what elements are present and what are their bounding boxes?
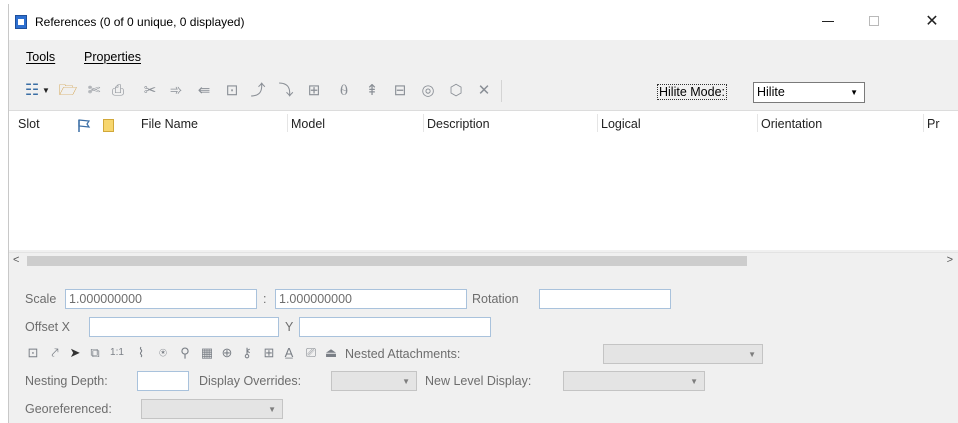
column-description[interactable]: Description bbox=[427, 117, 490, 131]
display-overrides-select[interactable]: ▼ bbox=[331, 371, 417, 391]
scroll-thumb[interactable] bbox=[27, 256, 747, 266]
column-divider bbox=[923, 114, 924, 132]
scale-reference-field[interactable]: 1.000000000 bbox=[275, 289, 467, 309]
flag-icon[interactable] bbox=[77, 119, 91, 133]
level-icon[interactable]: ⊞ bbox=[261, 345, 277, 361]
annotation-icon[interactable]: A̲ bbox=[281, 345, 297, 361]
3d-icon[interactable]: ⬡ bbox=[447, 82, 465, 100]
chevron-down-icon: ▼ bbox=[268, 405, 276, 414]
title-bar: References (0 of 0 unique, 0 displayed) … bbox=[9, 4, 958, 40]
menu-properties[interactable]: Properties bbox=[84, 50, 141, 64]
clip-front-icon[interactable]: ⊟ bbox=[391, 82, 409, 100]
chevron-down-icon: ▼ bbox=[748, 350, 756, 359]
column-model[interactable]: Model bbox=[291, 117, 325, 131]
attach-reference-icon[interactable]: 🗁 bbox=[59, 82, 78, 100]
column-divider bbox=[597, 114, 598, 132]
column-divider bbox=[287, 114, 288, 132]
hilite-mode-label: Hilite Mode: bbox=[657, 84, 727, 100]
horizontal-scrollbar[interactable]: < > bbox=[9, 252, 958, 269]
window-title: References (0 of 0 unique, 0 displayed) bbox=[35, 15, 245, 29]
move-icon[interactable]: ➾ bbox=[167, 82, 185, 100]
delete-clip-icon[interactable]: ✕ bbox=[475, 82, 493, 100]
attachment-properties-panel: Scale 1.000000000 : 1.000000000 Rotation… bbox=[9, 270, 958, 423]
rotation-label: Rotation bbox=[472, 292, 519, 306]
ignore-attachment-icon[interactable]: ⧉ bbox=[87, 345, 103, 361]
clip-boundary-icon[interactable]: ⍬ bbox=[335, 82, 353, 100]
toolbar: ☷ ▼ 🗁 ✄ ⎙ ✂ ➾ ⇚ ⊡ ⤴ ⤵ ⊞ ⍬ ⇞ ⊟ ◎ ⬡ ✕ Hili… bbox=[9, 76, 958, 106]
chevron-down-icon: ▼ bbox=[402, 377, 410, 386]
nested-attachments-label: Nested Attachments: bbox=[345, 347, 461, 361]
rotation-field[interactable] bbox=[539, 289, 671, 309]
list-options-icon[interactable]: ☷ bbox=[23, 82, 41, 100]
scale-icon[interactable]: ⊡ bbox=[223, 82, 241, 100]
maximize-icon bbox=[869, 16, 879, 26]
menu-tools[interactable]: Tools bbox=[26, 50, 55, 64]
toolbar-separator bbox=[501, 80, 502, 102]
scale-separator: : bbox=[263, 292, 267, 306]
georeferenced-select[interactable]: ▼ bbox=[141, 399, 283, 419]
hilite-mode-value: Hilite bbox=[757, 85, 785, 99]
column-logical[interactable]: Logical bbox=[601, 117, 641, 131]
rotate-icon[interactable]: ⤴ bbox=[249, 82, 267, 100]
offset-y-field[interactable] bbox=[299, 317, 491, 337]
references-window: References (0 of 0 unique, 0 displayed) … bbox=[8, 4, 958, 423]
clip-mask-icon[interactable]: ⇞ bbox=[363, 82, 381, 100]
column-divider bbox=[423, 114, 424, 132]
column-orientation[interactable]: Orientation bbox=[761, 117, 822, 131]
print-icon[interactable]: ⎚ bbox=[303, 345, 319, 361]
column-divider bbox=[757, 114, 758, 132]
minimize-icon bbox=[822, 20, 834, 22]
true-scale-icon[interactable]: 1:1 bbox=[109, 345, 125, 361]
document-icon[interactable] bbox=[103, 119, 114, 132]
clip-volume-icon[interactable]: ⊕ bbox=[219, 345, 235, 361]
lock-icon[interactable]: ⚷ bbox=[239, 345, 255, 361]
chevron-down-icon: ▼ bbox=[850, 88, 858, 97]
offset-x-field[interactable] bbox=[89, 317, 279, 337]
scale-master-field[interactable]: 1.000000000 bbox=[65, 289, 257, 309]
exchange-icon[interactable]: ✂ bbox=[141, 82, 159, 100]
detach-icon[interactable]: ✄ bbox=[85, 82, 103, 100]
close-button[interactable]: ✕ bbox=[909, 4, 955, 38]
attachments-list[interactable]: Slot File Name Model Description Logical… bbox=[9, 110, 958, 250]
new-level-display-label: New Level Display: bbox=[425, 374, 532, 388]
georeferenced-label: Georeferenced: bbox=[25, 402, 112, 416]
column-slot[interactable]: Slot bbox=[18, 117, 40, 131]
mirror-horizontal-icon[interactable]: ⤵ bbox=[277, 82, 295, 100]
chevron-down-icon: ▼ bbox=[690, 377, 698, 386]
scroll-right-icon[interactable]: > bbox=[947, 254, 953, 266]
offset-y-label: Y bbox=[285, 320, 294, 334]
close-icon: ✕ bbox=[925, 13, 939, 30]
lock-attachment-icon[interactable]: ⏏ bbox=[323, 345, 339, 361]
reload-icon[interactable]: ⎙ bbox=[109, 82, 127, 100]
clip-back-icon[interactable]: ◎ bbox=[419, 82, 437, 100]
nesting-depth-field[interactable] bbox=[137, 371, 189, 391]
nesting-depth-label: Nesting Depth: bbox=[25, 374, 108, 388]
locate-icon[interactable]: ➤ bbox=[67, 345, 83, 361]
display-icon[interactable]: ⊡ bbox=[25, 345, 41, 361]
new-level-display-select[interactable]: ▼ bbox=[563, 371, 705, 391]
scroll-left-icon[interactable]: < bbox=[13, 254, 19, 266]
treat-as-element-icon[interactable]: ⍟ bbox=[155, 345, 171, 361]
column-file-name[interactable]: File Name bbox=[141, 117, 198, 131]
use-lights-icon[interactable]: ⚲ bbox=[177, 345, 193, 361]
copy-icon[interactable]: ⇚ bbox=[195, 82, 213, 100]
hilite-mode-select[interactable]: Hilite ▼ bbox=[753, 82, 865, 103]
references-app-icon bbox=[15, 15, 27, 29]
offset-x-label: Offset X bbox=[25, 320, 70, 334]
scale-line-styles-icon[interactable]: ⌇ bbox=[133, 345, 149, 361]
nested-attachments-select[interactable]: ▼ bbox=[603, 344, 763, 364]
scale-label: Scale bbox=[25, 292, 57, 306]
raster-icon[interactable]: ▦ bbox=[199, 345, 215, 361]
snap-icon[interactable]: ⤤ bbox=[47, 345, 63, 361]
display-overrides-label: Display Overrides: bbox=[199, 374, 302, 388]
column-presentation[interactable]: Pr bbox=[927, 117, 940, 131]
mirror-vertical-icon[interactable]: ⊞ bbox=[305, 82, 323, 100]
dropdown-arrow-icon[interactable]: ▼ bbox=[41, 82, 51, 100]
maximize-button[interactable] bbox=[851, 4, 897, 38]
menu-bar: Tools Properties bbox=[9, 48, 958, 68]
minimize-button[interactable] bbox=[805, 4, 851, 38]
